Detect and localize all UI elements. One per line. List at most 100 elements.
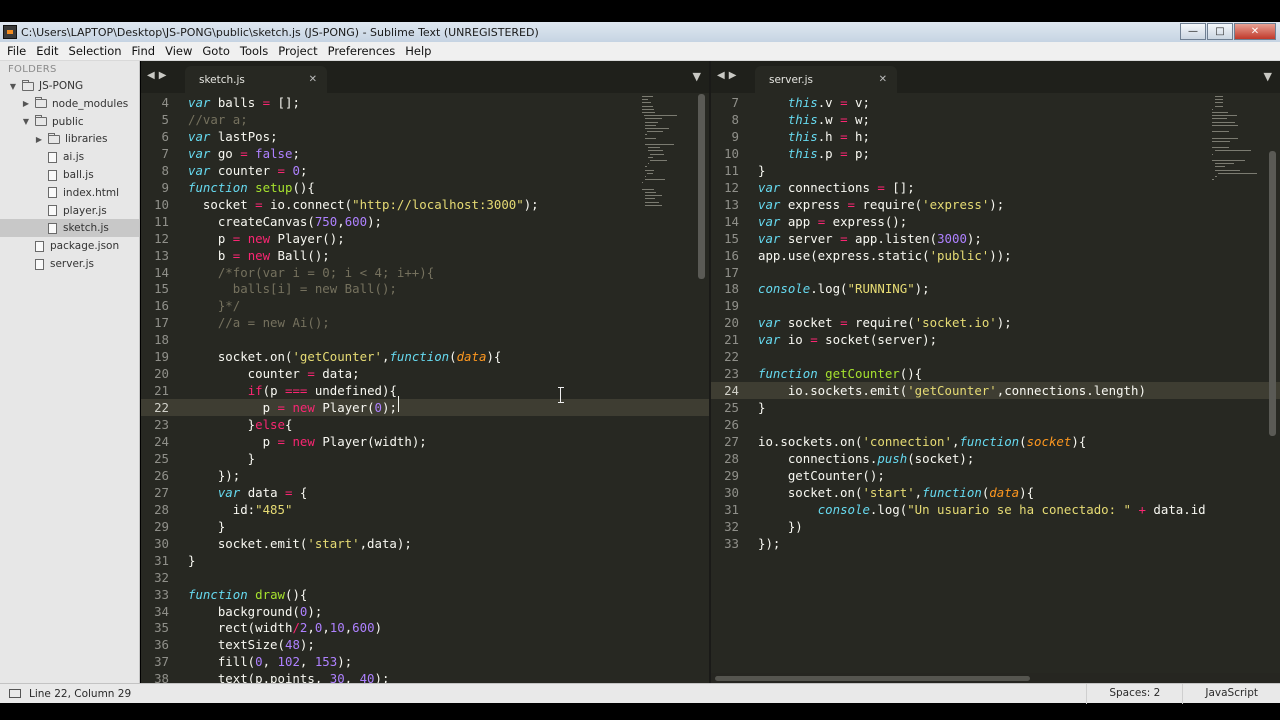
code-line[interactable]: 18 xyxy=(141,331,709,348)
code-line[interactable]: 4 var balls = []; xyxy=(141,94,709,111)
code-text[interactable]: function setup(){ xyxy=(169,179,315,196)
code-text[interactable]: var io = socket(server); xyxy=(739,331,937,348)
code-line[interactable]: 5//var a; xyxy=(141,111,709,128)
sidebar-item-server-js[interactable]: server.js xyxy=(0,255,139,273)
indentation-setting[interactable]: Spaces: 2 xyxy=(1086,684,1182,704)
code-text[interactable]: p = new Player(0); xyxy=(169,399,397,416)
code-line[interactable]: 16 app.use(express.static('public')); xyxy=(711,247,1280,264)
code-text[interactable]: } xyxy=(739,162,765,179)
code-text[interactable]: this.v = v; xyxy=(739,94,870,111)
code-text[interactable]: socket.on('getCounter',function(data){ xyxy=(169,348,502,365)
code-text[interactable]: createCanvas(750,600); xyxy=(169,213,382,230)
tab-nav-arrows[interactable]: ◀▶ xyxy=(717,70,740,81)
menu-view[interactable]: View xyxy=(160,44,197,58)
code-text[interactable]: var lastPos; xyxy=(169,128,278,145)
sidebar-item-ball-js[interactable]: ball.js xyxy=(0,166,139,184)
code-line[interactable]: 16 }*/ xyxy=(141,297,709,314)
code-line[interactable]: 9 this.h = h; xyxy=(711,128,1280,145)
menu-tools[interactable]: Tools xyxy=(235,44,273,58)
caret-down-icon[interactable]: ▼ xyxy=(8,82,18,91)
code-line[interactable]: 19 socket.on('getCounter',function(data)… xyxy=(141,348,709,365)
code-text[interactable]: background(0); xyxy=(169,603,322,620)
code-line[interactable]: 21 var io = socket(server); xyxy=(711,331,1280,348)
code-line[interactable]: 17 //a = new Ai(); xyxy=(141,314,709,331)
sidebar-item-sketch-js[interactable]: sketch.js xyxy=(0,219,139,238)
code-text[interactable]: var go = false; xyxy=(169,145,300,162)
code-line[interactable]: 12 p = new Player(); xyxy=(141,230,709,247)
code-line[interactable]: 26 xyxy=(711,416,1280,433)
code-line[interactable]: 30 socket.on('start',function(data){ xyxy=(711,484,1280,501)
code-text[interactable]: app.use(express.static('public')); xyxy=(739,247,1012,264)
code-text[interactable]: p = new Player(); xyxy=(169,230,345,247)
code-line[interactable]: 29 getCounter(); xyxy=(711,467,1280,484)
code-line[interactable]: 22 p = new Player(0); xyxy=(141,399,709,417)
tab-close-icon[interactable]: ✕ xyxy=(309,74,317,85)
menu-selection[interactable]: Selection xyxy=(64,44,127,58)
code-text[interactable]: connections.push(socket); xyxy=(739,450,975,467)
code-text[interactable]: }); xyxy=(169,467,240,484)
code-text[interactable] xyxy=(169,569,188,586)
code-text[interactable]: if(p === undefined){ xyxy=(169,382,397,399)
code-text[interactable]: //a = new Ai(); xyxy=(169,314,330,331)
code-line[interactable]: 18 console.log("RUNNING"); xyxy=(711,280,1280,297)
menu-goto[interactable]: Goto xyxy=(197,44,235,58)
sidebar-item-ai-js[interactable]: ai.js xyxy=(0,148,139,166)
code-text[interactable] xyxy=(739,348,758,365)
code-text[interactable]: this.h = h; xyxy=(739,128,870,145)
code-text[interactable]: socket.emit('start',data); xyxy=(169,535,412,552)
minimap-left[interactable] xyxy=(642,94,686,244)
code-line[interactable]: 33 function draw(){ xyxy=(141,586,709,603)
code-text[interactable]: text(p.points, 30, 40); xyxy=(169,670,390,683)
code-line[interactable]: 11} xyxy=(711,162,1280,179)
code-text[interactable]: socket.on('start',function(data){ xyxy=(739,484,1034,501)
sidebar-item-js-pong[interactable]: ▼ JS-PONG xyxy=(0,77,139,95)
menu-find[interactable]: Find xyxy=(127,44,161,58)
code-line[interactable]: 27 var data = { xyxy=(141,484,709,501)
tab-close-icon[interactable]: ✕ xyxy=(879,74,887,85)
code-text[interactable]: fill(0, 102, 153); xyxy=(169,653,352,670)
editor-pane-right[interactable]: ◀▶ server.js ✕ ▼ 7 this.v = v; 8 this.w =… xyxy=(711,61,1280,683)
code-line[interactable]: 13 b = new Ball(); xyxy=(141,247,709,264)
code-text[interactable] xyxy=(739,416,758,433)
code-text[interactable]: }); xyxy=(739,535,780,552)
code-line[interactable]: 37 fill(0, 102, 153); xyxy=(141,653,709,670)
code-line[interactable]: 23 function getCounter(){ xyxy=(711,365,1280,382)
code-text[interactable]: //var a; xyxy=(169,111,248,128)
code-line[interactable]: 24 p = new Player(width); xyxy=(141,433,709,450)
code-line[interactable]: 27 io.sockets.on('connection',function(so… xyxy=(711,433,1280,450)
code-text[interactable]: } xyxy=(169,450,255,467)
code-line[interactable]: 31} xyxy=(141,552,709,569)
code-line[interactable]: 15 balls[i] = new Ball(); xyxy=(141,280,709,297)
code-line[interactable]: 36 textSize(48); xyxy=(141,636,709,653)
code-text[interactable]: p = new Player(width); xyxy=(169,433,427,450)
code-line[interactable]: 10 this.p = p; xyxy=(711,145,1280,162)
horizontal-scroll-thumb[interactable] xyxy=(715,676,1030,681)
code-line[interactable]: 8 this.w = w; xyxy=(711,111,1280,128)
code-line[interactable]: 25 } xyxy=(141,450,709,467)
code-text[interactable]: var data = { xyxy=(169,484,308,501)
code-text[interactable]: getCounter(); xyxy=(739,467,885,484)
code-text[interactable]: var express = require('express'); xyxy=(739,196,1004,213)
code-line[interactable]: 33}); xyxy=(711,535,1280,552)
code-line[interactable]: 8 var counter = 0; xyxy=(141,162,709,179)
code-line[interactable]: 11 createCanvas(750,600); xyxy=(141,213,709,230)
code-line[interactable]: 35 rect(width/2,0,10,600) xyxy=(141,619,709,636)
code-line[interactable]: 9 function setup(){ xyxy=(141,179,709,196)
code-text[interactable]: function getCounter(){ xyxy=(739,365,922,382)
code-line[interactable]: 7 this.v = v; xyxy=(711,94,1280,111)
code-text[interactable]: } xyxy=(169,518,225,535)
tab-sketch-js[interactable]: sketch.js ✕ xyxy=(185,66,327,93)
code-line[interactable]: 10 socket = io.connect("http://localhost… xyxy=(141,196,709,213)
code-text[interactable]: }*/ xyxy=(169,297,240,314)
syntax-setting[interactable]: JavaScript xyxy=(1182,684,1280,704)
code-line[interactable]: 29 } xyxy=(141,518,709,535)
code-text[interactable]: var connections = []; xyxy=(739,179,915,196)
sidebar-item-node-modules[interactable]: ▶ node_modules xyxy=(0,95,139,113)
close-window-button[interactable]: ✕ xyxy=(1234,23,1276,40)
code-text[interactable]: /*for(var i = 0; i < 4; i++){ xyxy=(169,264,434,281)
code-line[interactable]: 20 var socket = require('socket.io'); xyxy=(711,314,1280,331)
caret-down-icon[interactable]: ▼ xyxy=(21,117,31,126)
code-text[interactable]: io.sockets.on('connection',function(sock… xyxy=(739,433,1086,450)
minimize-button[interactable]: — xyxy=(1180,23,1206,40)
panel-toggle-icon[interactable] xyxy=(9,689,21,698)
